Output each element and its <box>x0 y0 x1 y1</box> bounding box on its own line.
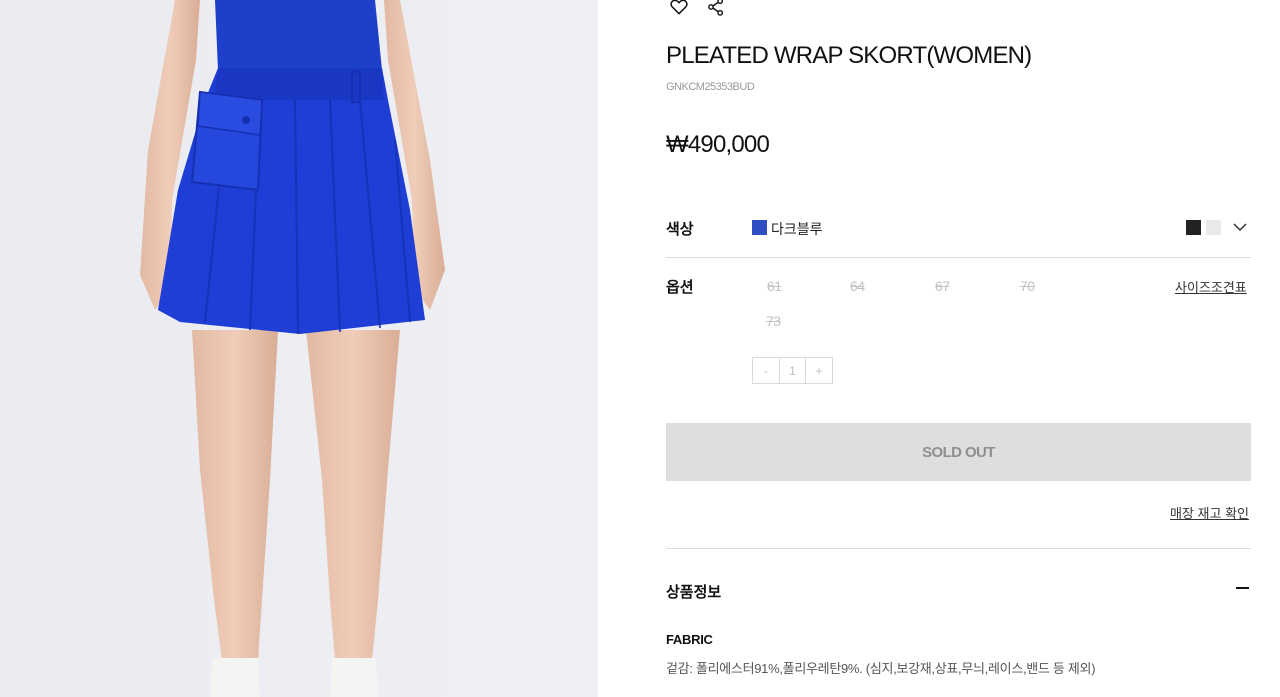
selected-color-name: 다크블루 <box>771 221 823 237</box>
fabric-heading: FABRIC <box>666 632 713 647</box>
size-option-73[interactable]: 73 <box>766 313 781 329</box>
product-code: GNKCM25353BUD <box>666 81 755 93</box>
product-info-title: 상품정보 <box>666 584 722 601</box>
quantity-value[interactable]: 1 <box>779 358 806 383</box>
wishlist-button[interactable] <box>666 0 692 20</box>
product-title: PLEATED WRAP SKORT(WOMEN) <box>666 42 1032 69</box>
size-option-70[interactable]: 70 <box>1020 278 1035 294</box>
product-price: ₩490,000 <box>666 131 770 158</box>
color-label: 색상 <box>666 221 694 238</box>
share-icon <box>708 0 724 16</box>
color-swatch-white[interactable] <box>1206 220 1221 235</box>
minus-icon[interactable] <box>1236 587 1249 589</box>
size-guide-link[interactable]: 사이즈조견표 <box>1175 277 1247 296</box>
size-option-64[interactable]: 64 <box>850 278 865 294</box>
product-info-panel: PLEATED WRAP SKORT(WOMEN) GNKCM25353BUD … <box>666 0 1251 697</box>
divider <box>666 257 1251 258</box>
share-button[interactable] <box>703 0 729 20</box>
divider <box>666 548 1251 549</box>
fabric-detail: 겉감: 폴리에스터91%,폴리우레탄9%. (심지,보강재,상표,무늬,레이스,… <box>666 661 1096 676</box>
model-photo <box>0 0 598 697</box>
selected-color-swatch <box>752 220 767 235</box>
quantity-decrease-button[interactable]: - <box>753 358 779 383</box>
size-option-67[interactable]: 67 <box>935 278 950 294</box>
product-image <box>0 0 598 697</box>
quantity-increase-button[interactable]: + <box>806 358 832 383</box>
option-label: 옵션 <box>666 279 694 296</box>
store-stock-check-link[interactable]: 매장 재고 확인 <box>1170 503 1249 522</box>
chevron-down-icon[interactable] <box>1232 219 1248 235</box>
color-swatch-black[interactable] <box>1186 220 1201 235</box>
heart-icon <box>670 0 688 15</box>
quantity-stepper: - 1 + <box>752 357 833 384</box>
size-option-61[interactable]: 61 <box>767 278 782 294</box>
sold-out-button[interactable]: SOLD OUT <box>666 423 1251 481</box>
